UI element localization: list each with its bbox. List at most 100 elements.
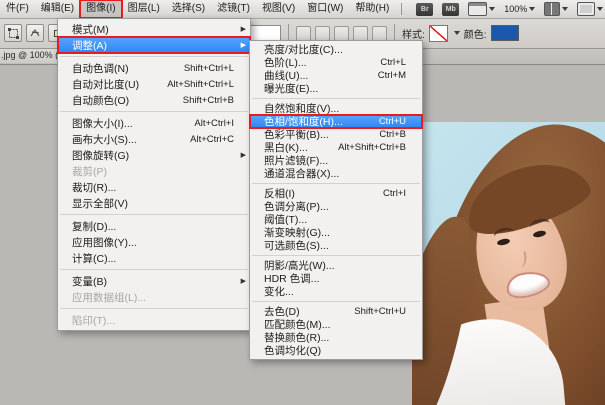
menu-item[interactable]: 变量(B) ▶ <box>58 273 250 289</box>
chevron-down-icon <box>562 7 569 11</box>
menu-separator <box>252 255 420 256</box>
transform-controls-icon[interactable] <box>4 24 22 42</box>
menu-item-shortcut: Shift+Ctrl+L <box>183 62 234 74</box>
shape-intersect-icon[interactable] <box>334 25 349 41</box>
path-operations-icon[interactable] <box>26 24 44 42</box>
shape-combine-icon[interactable] <box>296 25 311 41</box>
menubar-item[interactable]: 图像(I) <box>79 0 123 19</box>
menu-item[interactable]: 图像旋转(G) ▶ <box>58 147 250 163</box>
menu-item-label: 调整(A) <box>72 39 107 52</box>
menubar-item[interactable]: 图层(L) <box>122 0 166 18</box>
menu-separator <box>252 183 420 184</box>
menu-item[interactable]: 自动颜色(O) Shift+Ctrl+B <box>58 92 250 108</box>
menu-item-label: 色调均化(Q) <box>264 345 322 357</box>
bridge-icon[interactable]: Br <box>416 2 434 16</box>
menu-item[interactable]: 计算(C)... <box>58 250 250 266</box>
submenu-arrow-icon: ▶ <box>240 278 246 285</box>
menu-item-label: 通道混合器(X)... <box>264 168 340 180</box>
submenu-arrow-icon: ▶ <box>240 42 246 49</box>
menu-separator <box>60 111 248 112</box>
shape-exclude-icon[interactable] <box>353 25 368 41</box>
photo-document[interactable] <box>412 122 605 405</box>
menubar-divider <box>401 3 403 15</box>
menu-item[interactable]: 变化... <box>250 285 422 298</box>
menu-item-label: 自动对比度(U) <box>72 78 140 91</box>
menu-item-label: 模式(M) <box>72 23 109 36</box>
menu-item-shortcut: Alt+Shift+Ctrl+L <box>167 78 234 90</box>
menu-item-shortcut: Ctrl+I <box>383 188 406 199</box>
menu-item[interactable]: 图像大小(I)... Alt+Ctrl+I <box>58 115 250 131</box>
color-label: 颜色: <box>463 29 487 41</box>
screen-mode-control[interactable] <box>577 2 604 16</box>
menu-item: 应用数据组(L)... <box>58 289 250 305</box>
arrange-documents-icon <box>544 2 561 16</box>
menubar-items: 件(F) 编辑(E) 图像(I) 图层(L) 选择(S) 滤镜(T) 视图(V) 窗口(W) 帮… <box>0 0 395 19</box>
menu-item-label: 应用数据组(L)... <box>72 291 147 304</box>
submenu-arrow-icon: ▶ <box>240 26 246 33</box>
menu-item-shortcut: Ctrl+M <box>377 70 406 81</box>
menu-item-label: 画布大小(S)... <box>72 133 137 146</box>
menubar-item[interactable]: 窗口(W) <box>301 0 349 18</box>
style-label: 样式: <box>402 29 425 41</box>
chevron-down-icon <box>529 7 536 11</box>
menubar-item[interactable]: 滤镜(T) <box>211 0 256 18</box>
menu-item-label: 裁切(R)... <box>72 181 117 194</box>
chevron-down-icon <box>489 7 496 11</box>
menu-item[interactable]: 画布大小(S)... Alt+Ctrl+C <box>58 131 250 147</box>
menu-item-label: 自动色调(N) <box>72 62 129 75</box>
shape-link-icon[interactable] <box>372 25 387 41</box>
x-value-input[interactable] <box>249 24 281 42</box>
menu-item[interactable]: 模式(M) ▶ <box>58 21 250 37</box>
shape-subtract-icon[interactable] <box>315 25 330 41</box>
menubar-item[interactable]: 件(F) <box>0 0 35 18</box>
view-extras-control[interactable] <box>468 2 496 16</box>
submenu-arrow-icon: ▶ <box>240 152 246 159</box>
menu-item-label: 陷印(T)... <box>72 314 116 327</box>
menu-item-shortcut: Alt+Ctrl+C <box>190 133 234 145</box>
menu-item[interactable]: 可选颜色(S)... <box>250 239 422 252</box>
menubar-item[interactable]: 编辑(E) <box>35 0 80 18</box>
menu-item[interactable]: 色调均化(Q) <box>250 344 422 357</box>
menu-item-label: 图像大小(I)... <box>72 117 133 130</box>
mini-bridge-icon[interactable]: Mb <box>442 2 460 16</box>
zoom-level-value: 100% <box>504 4 528 14</box>
menu-item-label: 可选颜色(S)... <box>264 240 329 252</box>
menu-item-shortcut: Ctrl+B <box>379 129 406 140</box>
menu-item[interactable]: 调整(A) ▶ <box>57 36 251 54</box>
menu-item-label: 裁剪(P) <box>72 165 107 178</box>
screen-mode-icon <box>577 2 596 16</box>
fill-color-swatch[interactable] <box>490 25 519 41</box>
zoom-level-control[interactable]: 100% <box>504 4 536 14</box>
arrange-documents-control[interactable] <box>544 2 569 16</box>
menu-separator <box>252 98 420 99</box>
menu-item[interactable]: 曝光度(E)... <box>250 82 422 95</box>
menubar-item[interactable]: 选择(S) <box>166 0 211 18</box>
menu-item[interactable]: 自动色调(N) Shift+Ctrl+L <box>58 60 250 76</box>
chevron-down-icon <box>597 7 604 11</box>
menu-item-shortcut: Shift+Ctrl+B <box>182 94 234 106</box>
menu-item-label: 复制(D)... <box>72 220 117 233</box>
menubar-item[interactable]: 视图(V) <box>256 0 301 18</box>
menu-item-shortcut: Alt+Shift+Ctrl+B <box>338 142 406 153</box>
menu-item[interactable]: 通道混合器(X)... <box>250 167 422 180</box>
adjustments-submenu: 亮度/对比度(C)... 色阶(L)... Ctrl+L 曲线(U)... Ctrl+M… <box>249 40 423 360</box>
style-dropdown-icon[interactable] <box>453 31 460 35</box>
menu-item-label: 变量(B) <box>72 275 107 288</box>
menu-item-shortcut: Ctrl+L <box>380 57 406 68</box>
menu-separator <box>252 301 420 302</box>
menu-item[interactable]: 复制(D)... <box>58 218 250 234</box>
style-none-swatch[interactable] <box>428 24 448 42</box>
menu-bar: 件(F) 编辑(E) 图像(I) 图层(L) 选择(S) 滤镜(T) 视图(V) 窗口(W) 帮… <box>0 0 605 19</box>
menubar-item[interactable]: 帮助(H) <box>349 0 395 18</box>
menu-item[interactable]: 应用图像(Y)... <box>58 234 250 250</box>
menu-item-label: 自动颜色(O) <box>72 94 130 107</box>
menu-item[interactable]: 裁切(R)... <box>58 179 250 195</box>
menu-item[interactable]: 显示全部(V) <box>58 195 250 211</box>
menu-separator <box>60 269 248 270</box>
menu-separator <box>60 308 248 309</box>
application-bar: Br Mb 100% <box>416 2 604 16</box>
menu-item-label: 图像旋转(G) <box>72 149 130 162</box>
menu-item[interactable]: 自动对比度(U) Alt+Shift+Ctrl+L <box>58 76 250 92</box>
menu-item-shortcut: Alt+Ctrl+I <box>194 117 234 129</box>
menu-item-label: 显示全部(V) <box>72 197 128 210</box>
